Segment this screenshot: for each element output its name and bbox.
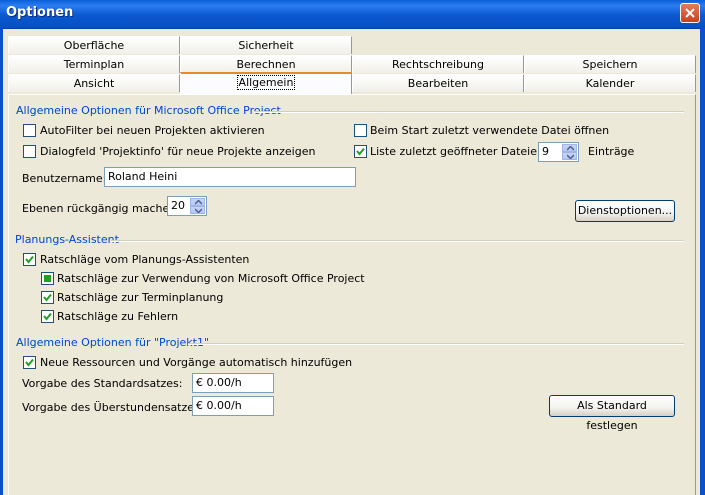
indeterminate-mark xyxy=(44,275,51,282)
undo-levels-spinner[interactable]: 20 xyxy=(167,196,207,216)
projectinfo-dialog-label: Dialogfeld 'Projektinfo' für neue Projek… xyxy=(40,145,316,158)
service-options-button[interactable]: Dienstoptionen... xyxy=(575,200,675,222)
arrow-down-icon xyxy=(567,154,574,159)
group-title-general: Allgemeine Optionen für Microsoft Office… xyxy=(16,104,281,117)
tab-rechtschreibung[interactable]: Rechtschreibung xyxy=(352,55,524,73)
advice-errors-label: Ratschläge zu Fehlern xyxy=(57,310,179,323)
start-last-file-label: Beim Start zuletzt verwendete Datei öffn… xyxy=(370,124,610,137)
checkmark-icon xyxy=(43,293,52,302)
auto-add-label: Neue Ressourcen und Vorgänge automatisch… xyxy=(40,356,353,369)
group-divider xyxy=(254,111,684,113)
arrow-down-icon xyxy=(195,208,202,213)
recent-files-label: Liste zuletzt geöffneter Dateien: xyxy=(370,145,548,158)
spin-up-button[interactable] xyxy=(562,144,577,152)
tab-berechnen[interactable]: Berechnen xyxy=(180,55,352,73)
advice-assistant-label: Ratschläge vom Planungs-Assistenten xyxy=(40,253,250,266)
advice-usage-label: Ratschläge zur Verwendung von Microsoft … xyxy=(57,272,365,285)
checkmark-icon xyxy=(25,255,34,264)
group-title-planning: Planungs-Assistent xyxy=(15,233,119,246)
autofilter-checkbox[interactable] xyxy=(23,124,36,137)
projectinfo-dialog-checkbox[interactable] xyxy=(23,145,36,158)
arrow-up-icon xyxy=(195,200,202,205)
tab-allgemein[interactable]: Allgemein xyxy=(180,72,352,94)
advice-errors-checkbox[interactable] xyxy=(41,310,54,323)
tab-speichern[interactable]: Speichern xyxy=(524,55,696,73)
overtime-rate-label: Vorgabe des Überstundensatzes: xyxy=(22,401,204,414)
recent-files-spinner[interactable]: 9 xyxy=(538,142,579,162)
window-frame-left xyxy=(0,28,3,495)
standard-rate-label: Vorgabe des Standardsatzes: xyxy=(22,377,183,390)
spin-down-button[interactable] xyxy=(562,152,577,160)
title-bar[interactable]: Optionen xyxy=(0,0,705,29)
start-last-file-checkbox[interactable] xyxy=(354,124,367,137)
group-title-project: Allgemeine Optionen für "Projekt1" xyxy=(16,336,210,349)
undo-levels-value: 20 xyxy=(171,199,185,212)
autofilter-label: AutoFilter bei neuen Projekten aktiviere… xyxy=(40,124,265,137)
checkmark-icon xyxy=(25,358,34,367)
recent-files-checkbox[interactable] xyxy=(354,145,367,158)
auto-add-checkbox[interactable] xyxy=(23,356,36,369)
close-icon xyxy=(685,8,695,18)
group-divider xyxy=(111,240,684,242)
checkmark-icon xyxy=(356,147,365,156)
username-label: Benutzername: xyxy=(22,172,107,185)
overtime-rate-input[interactable]: € 0.00/h xyxy=(192,396,274,416)
set-default-button[interactable]: Als Standard festlegen xyxy=(549,395,675,432)
checkmark-icon xyxy=(43,312,52,321)
window-frame-right xyxy=(700,28,705,495)
recent-files-value: 9 xyxy=(542,145,549,158)
tab-oberflaeche[interactable]: Oberfläche xyxy=(8,36,180,54)
tab-sicherheit[interactable]: Sicherheit xyxy=(180,36,352,54)
spin-up-button[interactable] xyxy=(190,198,205,206)
tab-kalender[interactable]: Kalender xyxy=(524,74,696,92)
advice-scheduling-label: Ratschläge zur Terminplanung xyxy=(57,291,224,304)
tab-bearbeiten[interactable]: Bearbeiten xyxy=(352,74,524,92)
standard-rate-input[interactable]: € 0.00/h xyxy=(192,373,274,393)
spin-down-button[interactable] xyxy=(190,206,205,214)
advice-assistant-checkbox[interactable] xyxy=(23,253,36,266)
arrow-up-icon xyxy=(567,146,574,151)
tab-terminplan[interactable]: Terminplan xyxy=(8,55,180,73)
tab-ansicht[interactable]: Ansicht xyxy=(8,74,180,92)
close-button[interactable] xyxy=(680,3,700,23)
undo-levels-label: Ebenen rückgängig machen: xyxy=(22,202,180,215)
advice-usage-checkbox[interactable] xyxy=(41,272,54,285)
advice-scheduling-checkbox[interactable] xyxy=(41,291,54,304)
username-input[interactable]: Roland Heini xyxy=(104,167,356,187)
group-divider xyxy=(188,343,684,345)
recent-files-suffix: Einträge xyxy=(588,145,635,158)
window-title: Optionen xyxy=(6,5,74,20)
